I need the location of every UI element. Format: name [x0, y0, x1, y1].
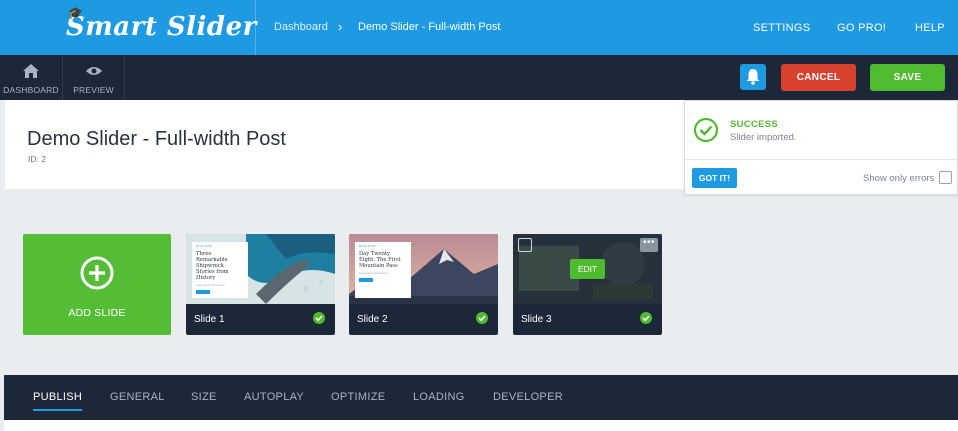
breadcrumb-current: Demo Slider - Full-width Post: [358, 21, 501, 33]
logo-text: Smart Slider: [66, 12, 257, 42]
dashboard-label: DASHBOARD: [3, 85, 59, 95]
tab-optimize[interactable]: OPTIMIZE: [331, 391, 385, 403]
notification-title: SUCCESS: [730, 119, 779, 130]
breadcrumb-dashboard[interactable]: Dashboard: [274, 21, 328, 33]
edit-slide-button[interactable]: EDIT: [570, 259, 605, 279]
tab-size[interactable]: SIZE: [191, 391, 217, 403]
chevron-right-icon: ›: [338, 19, 343, 34]
more-options-icon[interactable]: •••: [640, 238, 658, 252]
add-slide-button[interactable]: ADD SLIDE: [23, 234, 171, 335]
top-header: 🎓 Smart Slider Dashboard › Demo Slider -…: [0, 0, 958, 55]
settings-tabs: PUBLISH GENERAL SIZE AUTOPLAY OPTIMIZE L…: [4, 375, 958, 420]
plus-circle-icon: [80, 256, 114, 290]
preview-label: PREVIEW: [73, 85, 114, 95]
card-button: [359, 278, 373, 282]
header-divider: [255, 0, 256, 55]
add-slide-label: ADD SLIDE: [68, 307, 126, 319]
got-it-button[interactable]: GOT IT!: [692, 168, 737, 188]
show-only-errors-checkbox[interactable]: [939, 171, 952, 184]
card-button: [196, 290, 210, 294]
slide-card-2[interactable]: BLOG POST Day Twenty Eight: The First Mo…: [349, 234, 498, 335]
settings-link[interactable]: SETTINGS: [753, 22, 810, 34]
slide-thumbnail: ••• EDIT: [513, 234, 662, 304]
graduation-cap-icon: 🎓: [68, 6, 84, 20]
tab-general[interactable]: GENERAL: [110, 391, 165, 403]
published-check-icon: [640, 312, 652, 324]
notifications-button[interactable]: [740, 64, 766, 90]
go-pro-link[interactable]: GO PRO!: [837, 22, 886, 34]
slide-name: Slide 2: [357, 314, 388, 325]
slide-name: Slide 3: [521, 314, 552, 325]
save-button[interactable]: SAVE: [870, 64, 945, 91]
slide-preview-card: BLOG POST Day Twenty Eight: The First Mo…: [355, 242, 411, 298]
notification-message: Slider imported.: [730, 132, 797, 143]
card-category: BLOG POST: [359, 245, 376, 248]
notification-divider: [685, 159, 957, 160]
slider-id: ID: 2: [28, 154, 46, 164]
tab-publish[interactable]: PUBLISH: [33, 391, 83, 411]
card-heading: Three Remarkable Shipwreck Stories from …: [196, 251, 229, 281]
check-circle-icon: [693, 117, 719, 143]
published-check-icon: [313, 312, 325, 324]
success-notification: SUCCESS Slider imported. GOT IT! Show on…: [684, 100, 958, 195]
slide-select-checkbox[interactable]: [518, 238, 532, 252]
app-window: 🎓 Smart Slider Dashboard › Demo Slider -…: [0, 0, 958, 431]
slide-name: Slide 1: [194, 314, 225, 325]
card-heading: Day Twenty Eight: The First Mountain Pas…: [359, 251, 401, 269]
tab-developer[interactable]: DEVELOPER: [493, 391, 563, 403]
slide-thumbnail: BLOG POST Three Remarkable Shipwreck Sto…: [186, 234, 335, 304]
tab-content-area: [4, 420, 958, 431]
eye-icon: [85, 67, 102, 75]
cancel-button[interactable]: CANCEL: [781, 64, 856, 91]
preview-button[interactable]: PREVIEW: [63, 55, 125, 100]
bell-icon: [746, 69, 760, 85]
card-category: BLOG POST: [196, 245, 213, 248]
slide-card-1[interactable]: BLOG POST Three Remarkable Shipwreck Sto…: [186, 234, 335, 335]
home-icon: [23, 64, 39, 78]
smart-slider-logo[interactable]: 🎓 Smart Slider: [66, 6, 257, 42]
page-title: Demo Slider - Full-width Post: [27, 128, 286, 150]
tab-autoplay[interactable]: AUTOPLAY: [244, 391, 304, 403]
card-text: Lorem ipsum dolor sit amet: [359, 272, 388, 275]
dashboard-button[interactable]: DASHBOARD: [0, 55, 63, 100]
help-link[interactable]: HELP: [915, 22, 945, 34]
slide-preview-card: BLOG POST Three Remarkable Shipwreck Sto…: [192, 242, 248, 298]
show-only-errors-label: Show only errors: [863, 173, 935, 184]
tab-loading[interactable]: LOADING: [413, 391, 465, 403]
published-check-icon: [476, 312, 488, 324]
slide-thumbnail: BLOG POST Day Twenty Eight: The First Mo…: [349, 234, 498, 304]
slide-card-3[interactable]: ••• EDIT Slide 3: [513, 234, 662, 335]
card-text: Lorem ipsum dolor sit amet: [196, 284, 225, 287]
